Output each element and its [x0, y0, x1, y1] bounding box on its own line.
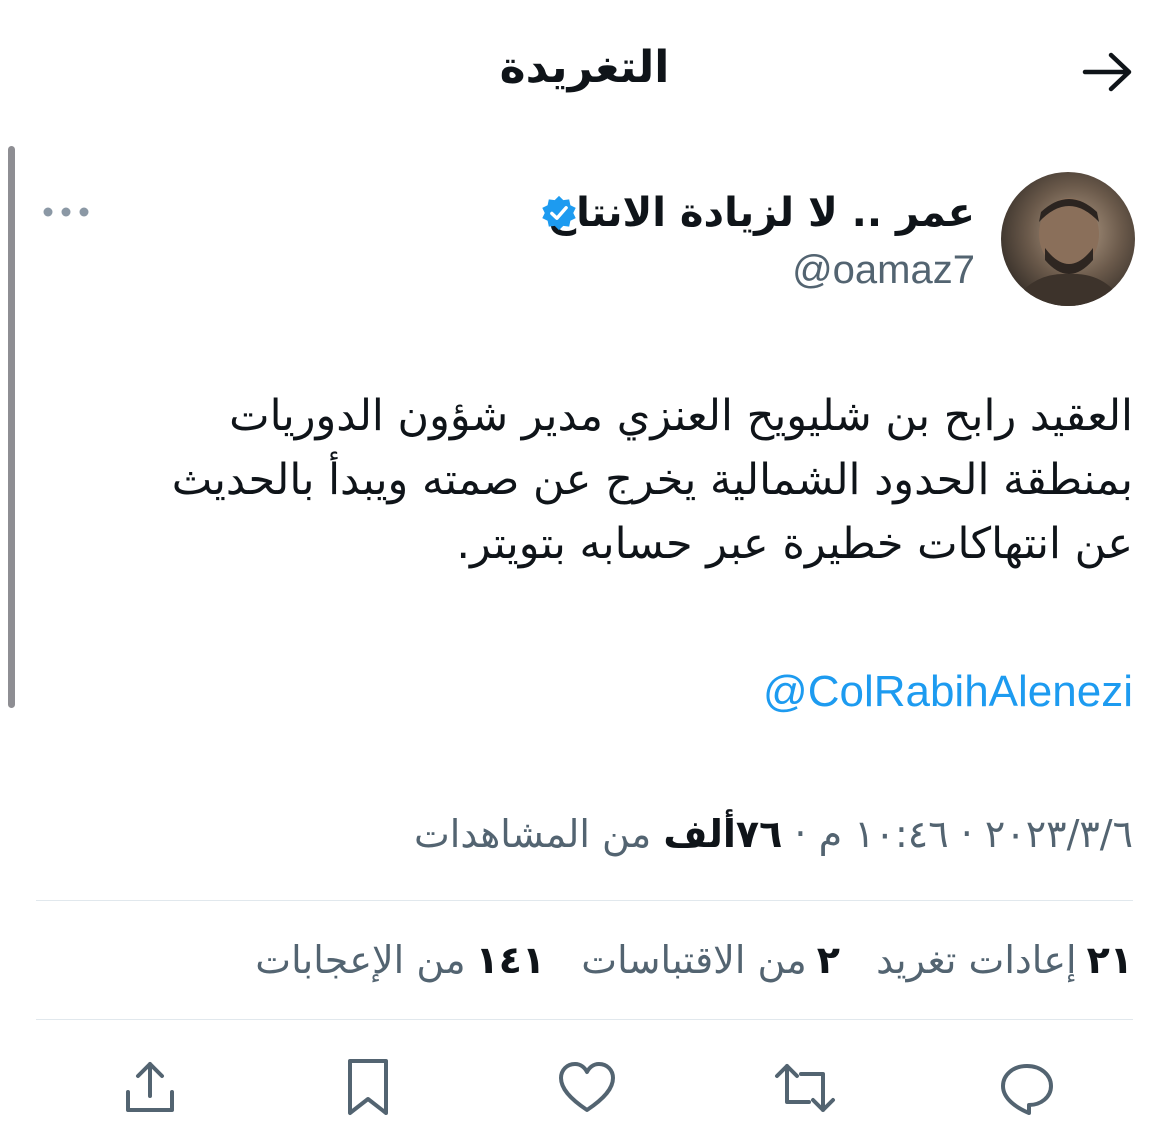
retweets-label: إعادات تغريد: [876, 938, 1077, 982]
share-icon: [126, 1062, 174, 1112]
scrollbar[interactable]: [8, 146, 15, 708]
tweet-text: العقيد رابح بن شليويح العنزي مدير شؤون ا…: [33, 384, 1133, 576]
mention-link[interactable]: @ColRabihAlenezi: [763, 662, 1133, 722]
engagement-stats: ٢١إعادات تغريد ٢من الاقتباسات ١٤١من الإع…: [231, 934, 1133, 986]
reply-icon: [1001, 1064, 1053, 1115]
retweets-stat[interactable]: ٢١إعادات تغريد: [876, 938, 1133, 982]
heart-icon: [559, 1062, 615, 1112]
tweet-date[interactable]: ٢٠٢٣/٣/٦: [985, 812, 1133, 856]
likes-label: من الإعجابات: [255, 938, 466, 982]
quotes-count: ٢: [816, 938, 840, 982]
tweet-line: العقيد رابح بن شليويح العنزي مدير شؤون ا…: [229, 391, 1133, 441]
top-bar: التغريدة: [0, 0, 1169, 140]
tweet-time[interactable]: ١٠:٤٦ م: [819, 812, 949, 856]
verified-badge-icon: [542, 195, 576, 231]
quotes-stat[interactable]: ٢من الاقتباسات: [581, 938, 840, 982]
share-button[interactable]: [118, 1056, 182, 1120]
avatar-photo: [1011, 198, 1125, 306]
divider: [36, 1019, 1133, 1020]
retweets-count: ٢١: [1086, 938, 1133, 982]
back-button[interactable]: [1076, 44, 1140, 100]
reply-button[interactable]: [995, 1056, 1059, 1120]
bookmark-button[interactable]: [336, 1056, 400, 1120]
meta-separator: ·: [794, 812, 807, 856]
quotes-label: من الاقتباسات: [581, 938, 807, 982]
arrow-right-icon: [1082, 52, 1132, 92]
author-name[interactable]: عمر .. لا لزيادة الانتاج: [547, 186, 975, 240]
meta-separator: ·: [960, 812, 973, 856]
more-button[interactable]: [36, 192, 96, 232]
likes-stat[interactable]: ١٤١من الإعجابات: [255, 938, 545, 982]
views-count: ٧٦ألف: [663, 812, 783, 856]
tweet-line: بمنطقة الحدود الشمالية يخرج عن صمته ويبد…: [171, 455, 1133, 505]
bookmark-icon: [348, 1059, 388, 1115]
page-title: التغريدة: [499, 42, 670, 93]
tweet-meta: ٢٠٢٣/٣/٦ · ١٠:٤٦ م · ٧٦ألف من المشاهدات: [414, 808, 1133, 860]
retweet-button[interactable]: [773, 1056, 837, 1120]
avatar[interactable]: [1001, 172, 1135, 306]
like-button[interactable]: [555, 1056, 619, 1120]
action-bar: [0, 1048, 1169, 1128]
author-handle[interactable]: @oamaz7: [792, 244, 975, 296]
likes-count: ١٤١: [475, 938, 546, 982]
more-dots-icon: [43, 207, 89, 217]
divider: [36, 900, 1133, 901]
retweet-icon: [775, 1064, 835, 1112]
tweet-line: عن انتهاكات خطيرة عبر حسابه بتويتر.: [456, 519, 1133, 569]
views-label: من المشاهدات: [413, 812, 652, 856]
